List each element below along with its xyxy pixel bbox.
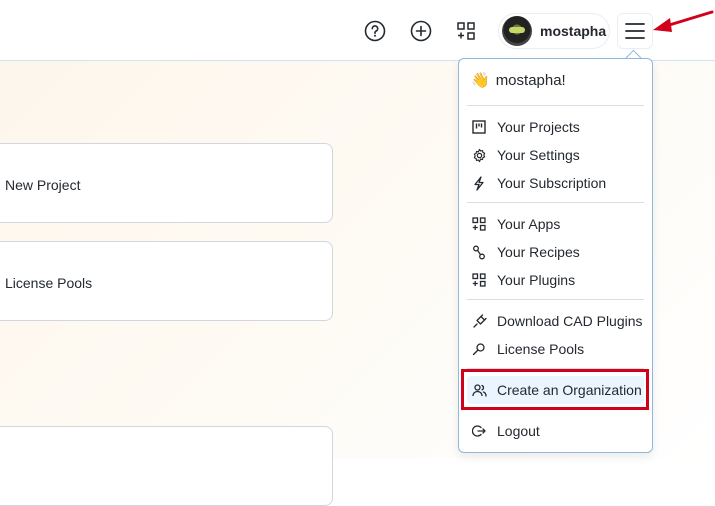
menu-item-label: Your Apps (497, 216, 561, 232)
menu-item-your-apps[interactable]: Your Apps (467, 210, 644, 238)
apps-grid-icon (457, 22, 475, 40)
top-bar: mostapha (0, 0, 715, 61)
menu-item-label: License Pools (497, 341, 585, 357)
content-card[interactable] (0, 426, 333, 506)
new-project-card[interactable]: New Project (0, 143, 333, 223)
menu-item-your-recipes[interactable]: Your Recipes (467, 238, 644, 266)
menu-item-label: Download CAD Plugins (497, 313, 643, 329)
red-arrow-annotation (653, 10, 714, 32)
lightning-icon (471, 175, 487, 191)
menu-item-label: Your Projects (497, 119, 580, 135)
username-label: mostapha (540, 23, 607, 39)
plugins-icon (471, 272, 487, 288)
hamburger-icon (625, 23, 645, 39)
card-label: License Pools (5, 275, 93, 291)
help-button[interactable] (359, 15, 391, 47)
menu-item-license-pools[interactable]: License Pools (467, 335, 644, 363)
dropdown-greeting: 👋 mostapha! (471, 71, 566, 90)
card-label: New Project (5, 177, 81, 193)
key-icon (471, 341, 487, 357)
menu-item-label: Your Plugins (497, 272, 576, 288)
apps-button[interactable] (450, 15, 482, 47)
recipe-icon (471, 244, 487, 260)
menu-item-label: Your Settings (497, 147, 580, 163)
apps-icon (471, 216, 487, 232)
menu-item-your-projects[interactable]: Your Projects (467, 113, 644, 141)
user-menu-chip[interactable]: mostapha (498, 13, 610, 49)
menu-item-logout[interactable]: Logout (467, 417, 644, 445)
menu-item-your-settings[interactable]: Your Settings (467, 141, 644, 169)
menu-item-label: Logout (497, 423, 540, 439)
divider (467, 202, 644, 203)
project-board-icon (471, 119, 487, 135)
main-menu-button[interactable] (617, 13, 653, 49)
plug-icon (471, 313, 487, 329)
menu-item-label: Your Subscription (497, 175, 607, 191)
license-pools-card[interactable]: License Pools (0, 241, 333, 321)
gear-icon (471, 147, 487, 163)
divider (467, 299, 644, 300)
highlight-box-annotation (461, 369, 649, 410)
menu-item-label: Your Recipes (497, 244, 580, 260)
menu-item-download-cad-plugins[interactable]: Download CAD Plugins (467, 307, 644, 335)
create-new-button[interactable] (405, 15, 437, 47)
avatar (502, 16, 532, 46)
waving-hand-icon: 👋 (471, 72, 490, 89)
menu-item-your-subscription[interactable]: Your Subscription (467, 169, 644, 197)
question-circle-icon (364, 20, 386, 42)
greeting-text: mostapha! (495, 71, 566, 89)
logout-icon (471, 423, 487, 439)
divider (467, 105, 644, 106)
plus-circle-icon (410, 20, 432, 42)
menu-item-your-plugins[interactable]: Your Plugins (467, 266, 644, 294)
